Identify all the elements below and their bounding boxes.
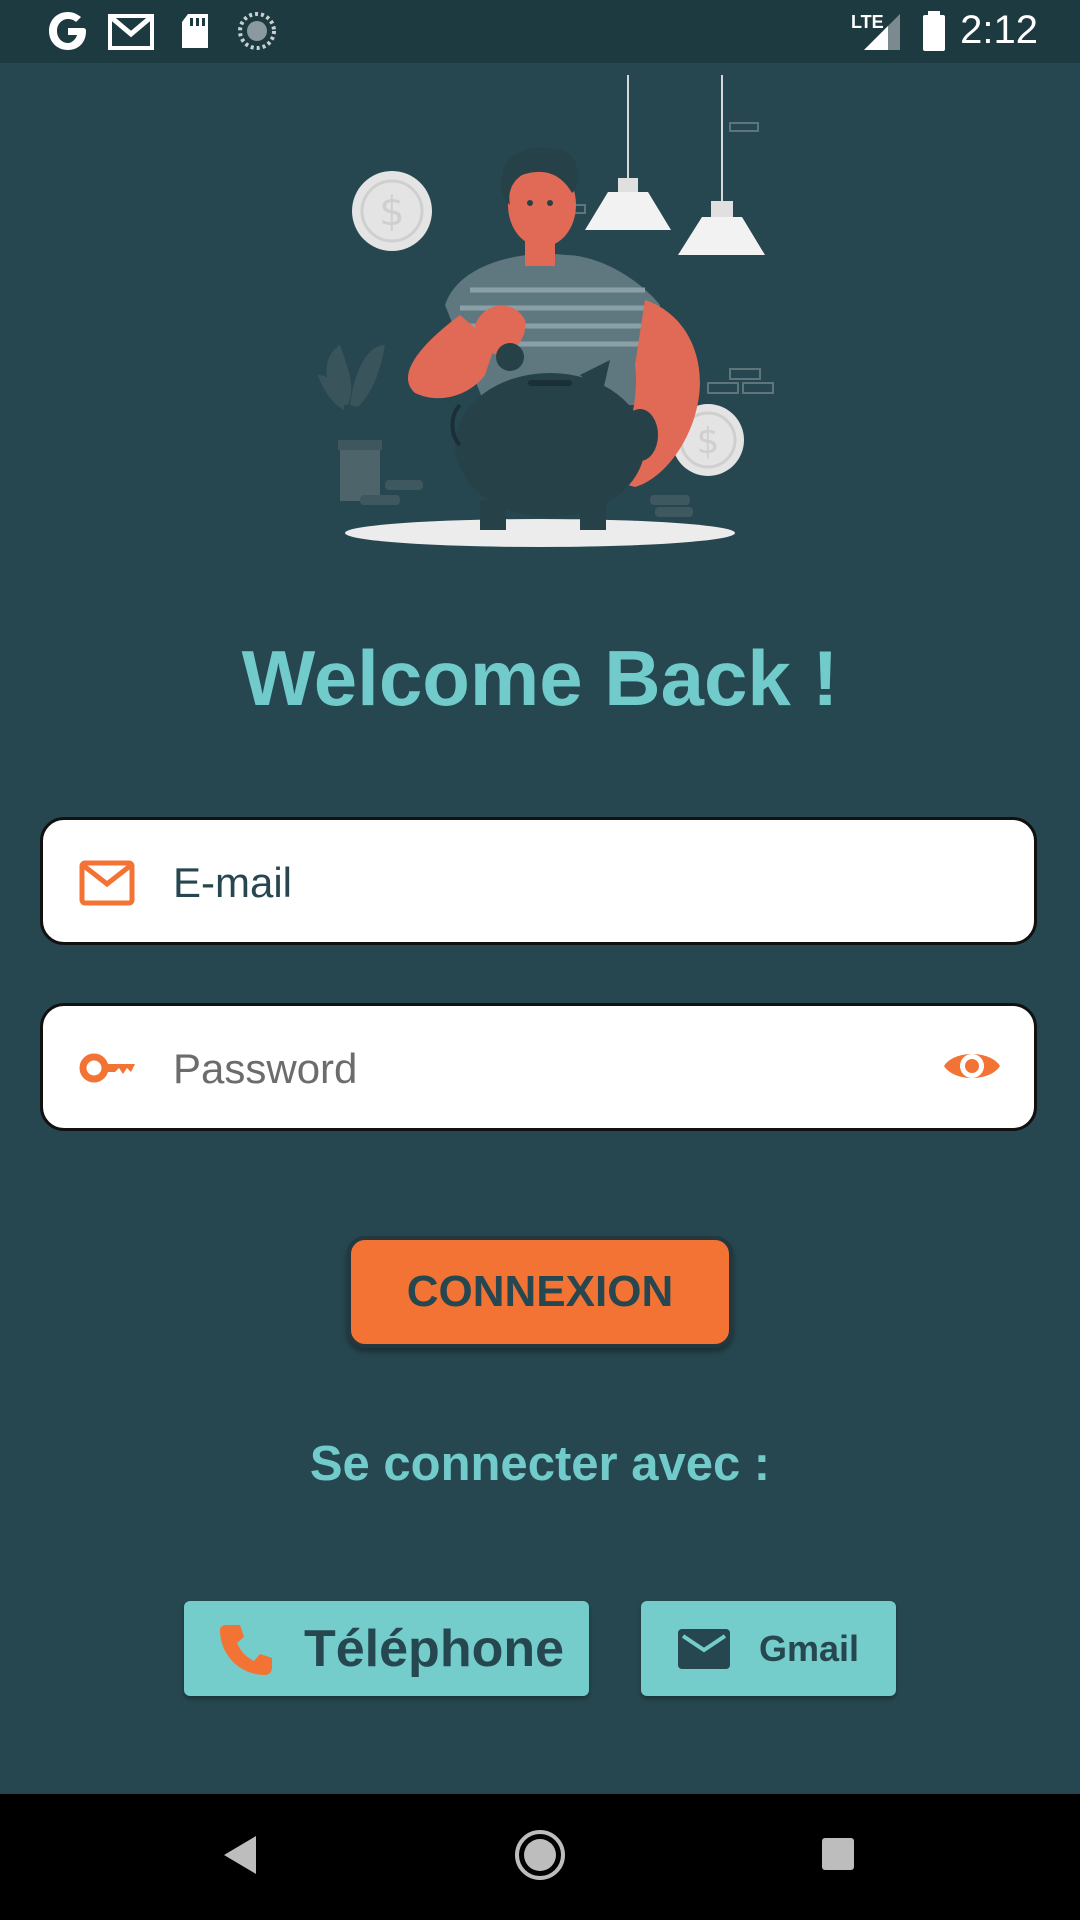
signal-icon <box>864 14 900 50</box>
phone-login-button[interactable]: Téléphone <box>184 1601 589 1696</box>
floor-shadow <box>345 519 735 547</box>
status-bar: LTE 2:12 <box>0 0 1080 63</box>
google-icon <box>49 12 86 50</box>
coin-icon: $ <box>352 171 432 251</box>
email-input[interactable] <box>171 840 915 926</box>
home-icon[interactable] <box>513 1828 567 1882</box>
password-input[interactable] <box>171 1026 915 1112</box>
email-field[interactable] <box>40 817 1037 945</box>
svg-text:$: $ <box>697 421 720 462</box>
eye-icon[interactable] <box>942 1042 1002 1090</box>
piggy-bank-illustration: $ $ <box>318 75 774 547</box>
connexion-button[interactable]: CONNEXION <box>347 1236 733 1348</box>
plant-icon <box>318 345 385 501</box>
key-icon <box>79 1053 135 1083</box>
clock: 2:12 <box>960 8 1038 52</box>
lamp-icon <box>585 75 671 230</box>
sd-card-icon <box>182 14 208 48</box>
page-title: Welcome Back ! <box>241 634 839 722</box>
navigation-bar <box>0 1794 1080 1920</box>
gmail-login-label: Gmail <box>759 1627 860 1669</box>
lamp-icon <box>678 75 765 255</box>
gmail-login-button[interactable]: Gmail <box>641 1601 896 1696</box>
mail-icon <box>678 1628 730 1669</box>
phone-icon <box>220 1624 272 1675</box>
connect-with-label: Se connecter avec : <box>309 1437 771 1491</box>
mail-icon <box>79 860 135 906</box>
back-icon[interactable] <box>220 1830 260 1880</box>
svg-text:$: $ <box>379 189 404 235</box>
password-field[interactable] <box>40 1003 1037 1131</box>
gmail-icon <box>108 14 154 50</box>
sync-icon <box>238 12 276 50</box>
battery-icon <box>923 11 945 51</box>
recents-icon[interactable] <box>820 1836 856 1872</box>
phone-login-label: Téléphone <box>304 1619 565 1678</box>
